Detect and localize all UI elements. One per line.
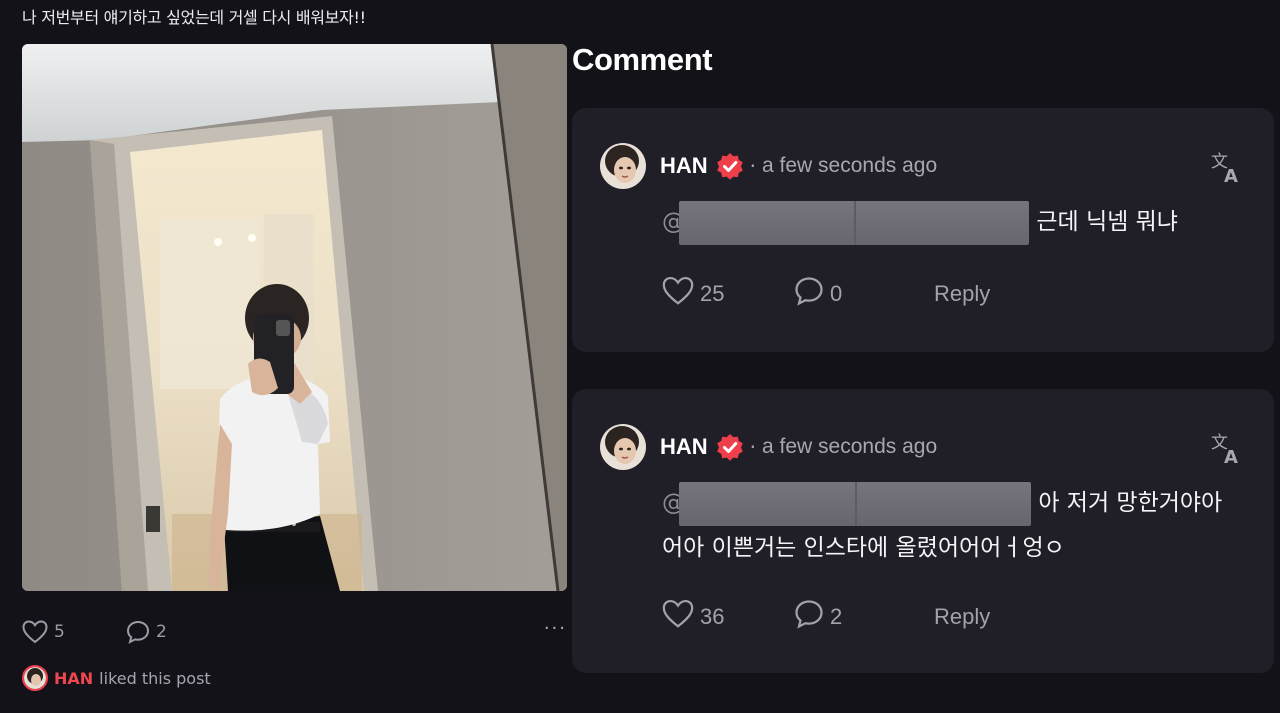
comment-username[interactable]: HAN bbox=[660, 434, 708, 460]
post-photo[interactable] bbox=[22, 44, 567, 591]
comments-heading: Comment bbox=[572, 42, 713, 77]
post-like-button[interactable]: 5 bbox=[22, 620, 65, 644]
svg-text:A: A bbox=[1224, 447, 1238, 465]
liked-by-text: liked this post bbox=[99, 668, 211, 688]
comment-reply-count-button[interactable]: 0 bbox=[794, 276, 934, 312]
comment-actions: 25 0 Reply bbox=[662, 276, 990, 312]
comment-actions: 36 2 Reply bbox=[662, 599, 990, 635]
post-actions-bar: 5 2 ··· bbox=[22, 618, 567, 646]
comment-card: HAN · a few seconds ago 文 A @ 아 저거 망한거야아… bbox=[572, 389, 1274, 673]
post-like-count: 5 bbox=[54, 622, 65, 642]
comment-like-button[interactable]: 36 bbox=[662, 599, 794, 635]
comment-reply-count: 2 bbox=[830, 604, 843, 629]
avatar[interactable] bbox=[600, 143, 646, 189]
comment-card: HAN · a few seconds ago 文 A @ 근데 닉넴 뭐냐 2… bbox=[572, 108, 1274, 352]
comment-line-1: 근데 닉넴 뭐냐 bbox=[1036, 209, 1178, 235]
translate-icon[interactable]: 文 A bbox=[1210, 150, 1242, 184]
comment-header: HAN · a few seconds ago bbox=[600, 142, 937, 190]
avatar[interactable] bbox=[600, 424, 646, 470]
comment-reply-count: 0 bbox=[830, 281, 843, 306]
comment-header: HAN · a few seconds ago bbox=[600, 423, 937, 471]
verified-badge-icon bbox=[716, 434, 743, 461]
comment-like-button[interactable]: 25 bbox=[662, 276, 794, 312]
post-comment-button[interactable]: 2 bbox=[126, 620, 167, 644]
translate-icon[interactable]: 文 A bbox=[1210, 431, 1242, 465]
comment-bubble-icon bbox=[794, 599, 824, 635]
comment-like-count: 36 bbox=[700, 604, 725, 629]
post-comment-count: 2 bbox=[156, 622, 167, 642]
comment-line-1: 아 저거 망한거야아 bbox=[1038, 490, 1223, 516]
separator-dot: · bbox=[749, 154, 757, 178]
app-page: 나 저번부터 얘기하고 싶었는데 거셀 다시 배워보자!! 5 2 ··· HA… bbox=[0, 0, 1280, 713]
comment-timestamp: a few seconds ago bbox=[762, 435, 938, 458]
comment-timestamp: a few seconds ago bbox=[762, 154, 938, 177]
comment-like-count: 25 bbox=[700, 281, 725, 306]
separator-dot: · bbox=[749, 435, 757, 459]
post-caption: 나 저번부터 얘기하고 싶었는데 거셀 다시 배워보자!! bbox=[22, 8, 366, 27]
comment-text: @ 근데 닉넴 뭐냐 bbox=[662, 200, 1178, 245]
more-options-icon[interactable]: ··· bbox=[544, 618, 567, 639]
mirror-selfie-image bbox=[22, 44, 567, 591]
heart-icon bbox=[22, 620, 48, 644]
comment-bubble-icon bbox=[794, 276, 824, 312]
redacted-mention bbox=[679, 481, 1031, 526]
liked-by-row: HAN liked this post bbox=[22, 664, 211, 692]
comment-reply-count-button[interactable]: 2 bbox=[794, 599, 934, 635]
avatar[interactable] bbox=[22, 665, 48, 691]
reply-button[interactable]: Reply bbox=[934, 281, 990, 307]
verified-badge-icon bbox=[716, 153, 743, 180]
comment-text: @ 아 저거 망한거야아 어아 이쁜거는 인스타에 올렸어어어ㅓ엉ㅇ bbox=[662, 481, 1222, 570]
comment-line-2: 어아 이쁜거는 인스타에 올렸어어어ㅓ엉ㅇ bbox=[662, 534, 1065, 561]
redacted-mention bbox=[679, 200, 1029, 245]
comment-username[interactable]: HAN bbox=[660, 153, 708, 179]
heart-icon bbox=[662, 599, 694, 635]
comment-bubble-icon bbox=[126, 620, 150, 644]
liked-by-username[interactable]: HAN bbox=[54, 669, 93, 688]
svg-text:A: A bbox=[1224, 166, 1238, 184]
heart-icon bbox=[662, 276, 694, 312]
reply-button[interactable]: Reply bbox=[934, 604, 990, 630]
